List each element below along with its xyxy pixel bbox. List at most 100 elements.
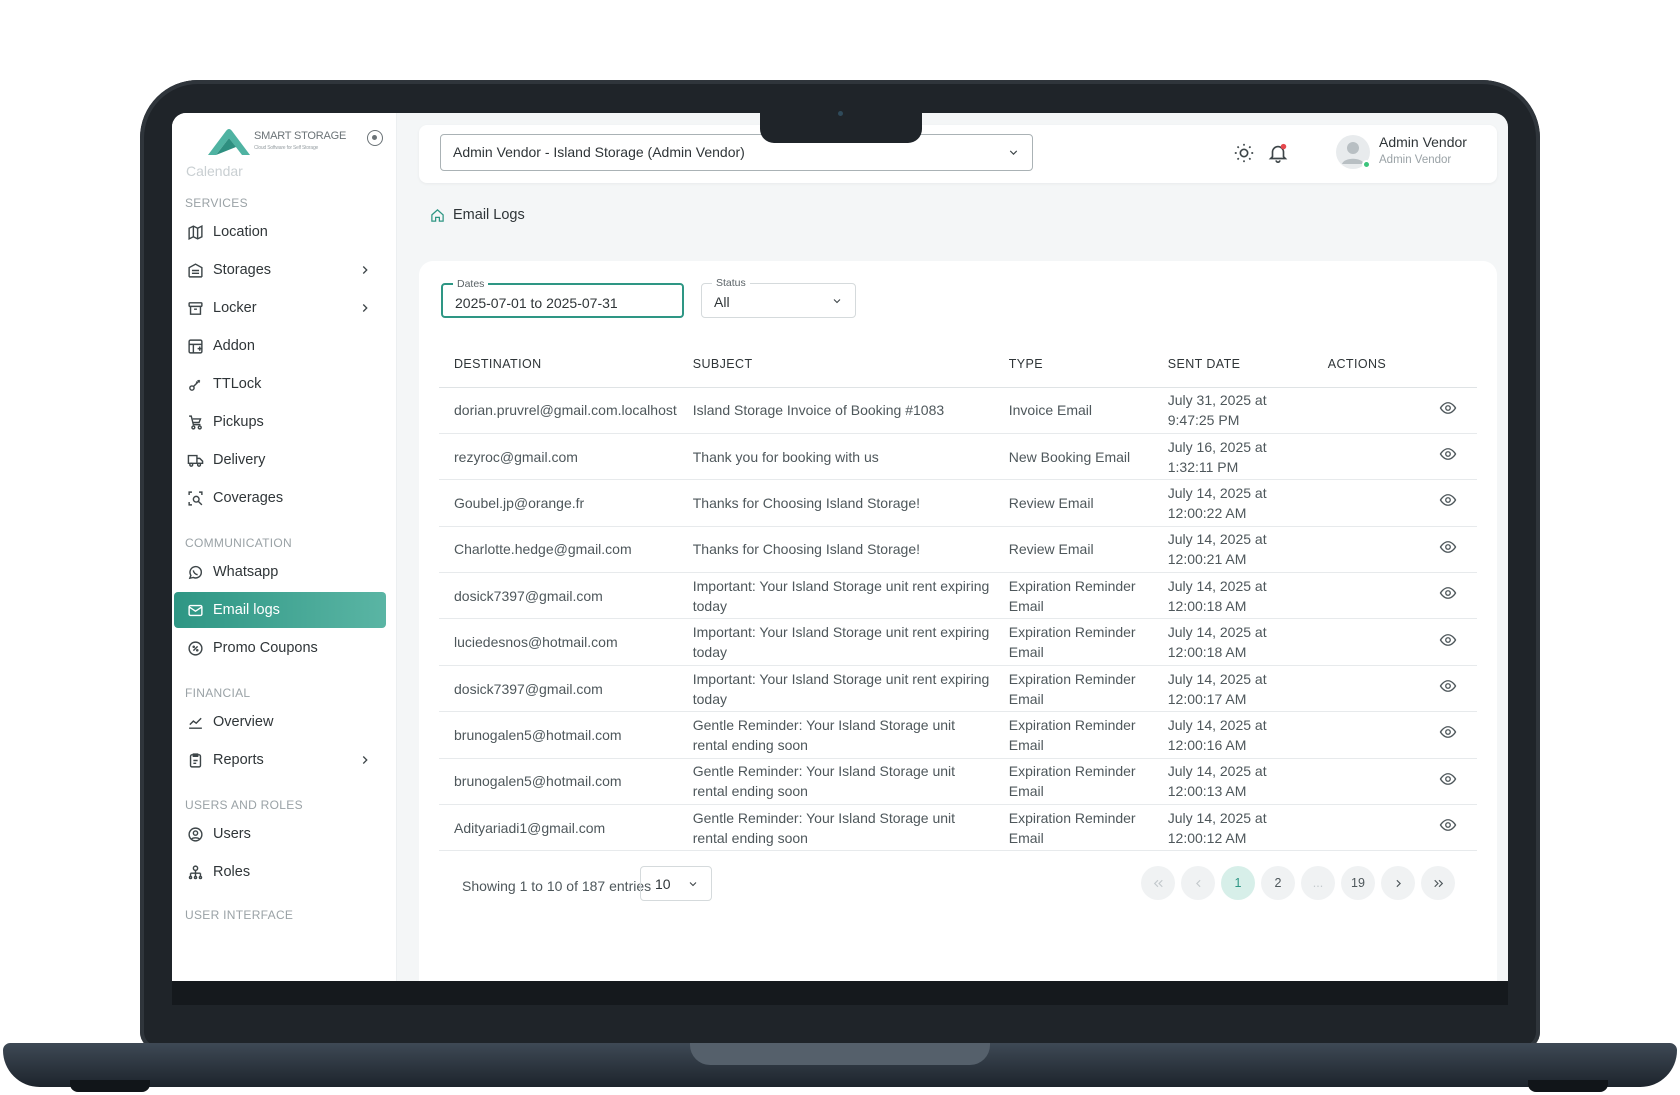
col-destination[interactable]: DESTINATION [439,341,678,388]
eye-icon[interactable] [1439,770,1457,788]
cell-subject: Important: Your Island Storage unit rent… [677,665,994,713]
sidebar-item-whatsapp[interactable]: Whatsapp [174,554,386,590]
table-row: Goubel.jp@orange.fr Thanks for Choosing I… [439,479,1477,527]
user-name: Admin Vendor [1379,134,1467,150]
sidebar-item-email-logs[interactable]: Email logs [174,592,386,628]
cell-sent: July 31, 2025 at 9:47:25 PM [1152,387,1313,434]
sidebar-item-promo-coupons[interactable]: Promo Coupons [174,630,386,666]
sidebar-item-coverages[interactable]: Coverages [174,480,386,516]
sidebar-item-roles[interactable]: Roles [174,854,386,890]
mail-icon [186,601,204,619]
status-select[interactable]: Status All [701,277,856,318]
clipboard-icon [186,751,204,769]
next-page-button[interactable] [1381,866,1415,900]
last-page-button[interactable] [1421,866,1455,900]
eye-icon[interactable] [1439,631,1457,649]
page-button-2[interactable]: 2 [1261,866,1295,900]
cell-destination: rezyroc@gmail.com [439,433,678,481]
truck-icon [186,451,204,469]
page-button-1[interactable]: 1 [1221,866,1255,900]
cell-subject: Thanks for Choosing Island Storage! [677,526,994,574]
first-page-button[interactable] [1141,866,1175,900]
sidebar-item-label: Addon [213,338,255,354]
sidebar-item-calendar-faded[interactable]: Calendar [186,163,243,179]
cell-actions [1312,572,1477,620]
status-label: Status [712,277,750,289]
col-type[interactable]: TYPE [993,341,1153,388]
sidebar-item-overview[interactable]: Overview [174,704,386,740]
section-users-roles: USERS AND ROLES [185,798,303,812]
eye-icon[interactable] [1439,538,1457,556]
cell-destination: Goubel.jp@orange.fr [439,479,678,527]
logo-text: SMART STORAGE Cloud Software for Self St… [254,130,347,151]
section-financial: FINANCIAL [185,686,251,700]
dates-value: 2025-07-01 to 2025-07-31 [455,295,618,311]
avatar[interactable] [1336,135,1371,169]
cell-type: Expiration Reminder Email [993,804,1153,852]
eye-icon[interactable] [1439,399,1457,417]
cell-destination: brunogalen5@hotmail.com [439,758,678,806]
eye-icon[interactable] [1439,816,1457,834]
sidebar-item-label: Users [213,826,251,842]
vendor-select-value: Admin Vendor - Island Storage (Admin Ven… [453,144,745,160]
cell-type: Expiration Reminder Email [993,665,1153,713]
eye-icon[interactable] [1439,723,1457,741]
map-icon [186,223,204,241]
sidebar-item-location[interactable]: Location [174,214,386,250]
sidebar-item-locker[interactable]: Locker [174,290,386,326]
dates-field[interactable]: Dates 2025-07-01 to 2025-07-31 [441,278,684,318]
chevron-right-icon [362,304,368,312]
pagination: 1 2 ... 19 [1141,866,1455,900]
chevrons-right-icon [1433,879,1443,887]
eye-icon[interactable] [1439,445,1457,463]
chevron-right-icon [1395,879,1401,887]
per-page-select[interactable]: 10 [640,866,712,901]
cell-subject: Important: Your Island Storage unit rent… [677,572,994,620]
col-subject[interactable]: SUBJECT [677,341,994,388]
eye-icon[interactable] [1439,677,1457,695]
sidebar-item-pickups[interactable]: Pickups [174,404,386,440]
cell-type: Review Email [993,526,1153,574]
eye-icon[interactable] [1439,491,1457,509]
sidebar-item-storages[interactable]: Storages [174,252,386,288]
sidebar-item-label: Location [213,224,268,240]
laptop-hinge [690,1043,990,1065]
col-sent-date[interactable]: SENT DATE [1152,341,1313,388]
trend-icon [186,713,204,731]
sidebar-item-addon[interactable]: Addon [174,328,386,364]
page-button-last[interactable]: 19 [1341,866,1375,900]
screen-bezel [172,981,1508,1005]
sidebar-item-delivery[interactable]: Delivery [174,442,386,478]
home-icon[interactable] [430,208,445,223]
sidebar-item-label: Coverages [213,490,284,506]
prev-page-button[interactable] [1181,866,1215,900]
bell-icon[interactable] [1267,142,1289,164]
sidebar-item-reports[interactable]: Reports [174,742,386,778]
cell-actions [1312,711,1477,759]
eye-icon[interactable] [1439,584,1457,602]
cart-icon [186,413,204,431]
table-row: dosick7397@gmail.com Important: Your Isla… [439,665,1477,713]
table-row: Charlotte.hedge@gmail.com Thanks for Choo… [439,526,1477,574]
cell-sent: July 14, 2025 at 12:00:17 AM [1152,665,1313,713]
section-communication: COMMUNICATION [185,536,293,550]
cell-sent: July 14, 2025 at 12:00:18 AM [1152,618,1313,666]
table-row: brunogalen5@hotmail.com Gentle Reminder: … [439,758,1477,806]
sun-icon[interactable] [1233,142,1255,164]
sidebar-item-label: TTLock [213,376,262,392]
sidebar-item-ttlock[interactable]: TTLock [174,366,386,402]
sidebar-item-users[interactable]: Users [174,816,386,852]
sidebar-item-label: Roles [213,864,251,880]
key-icon [186,375,204,393]
sidebar-collapse-toggle[interactable] [367,130,383,146]
cell-sent: July 14, 2025 at 12:00:21 AM [1152,526,1313,574]
table-row: brunogalen5@hotmail.com Gentle Reminder: … [439,711,1477,759]
email-logs-table: DESTINATION SUBJECT TYPE SENT DATE ACTIO… [439,341,1477,852]
app-logo[interactable]: SMART STORAGE Cloud Software for Self St… [206,125,346,159]
addon-icon [186,337,204,355]
cell-actions [1312,387,1477,434]
cell-type: Expiration Reminder Email [993,572,1153,620]
cell-destination: Charlotte.hedge@gmail.com [439,526,678,574]
cell-subject: Important: Your Island Storage unit rent… [677,618,994,666]
vendor-select[interactable]: Admin Vendor - Island Storage (Admin Ven… [440,134,1033,171]
